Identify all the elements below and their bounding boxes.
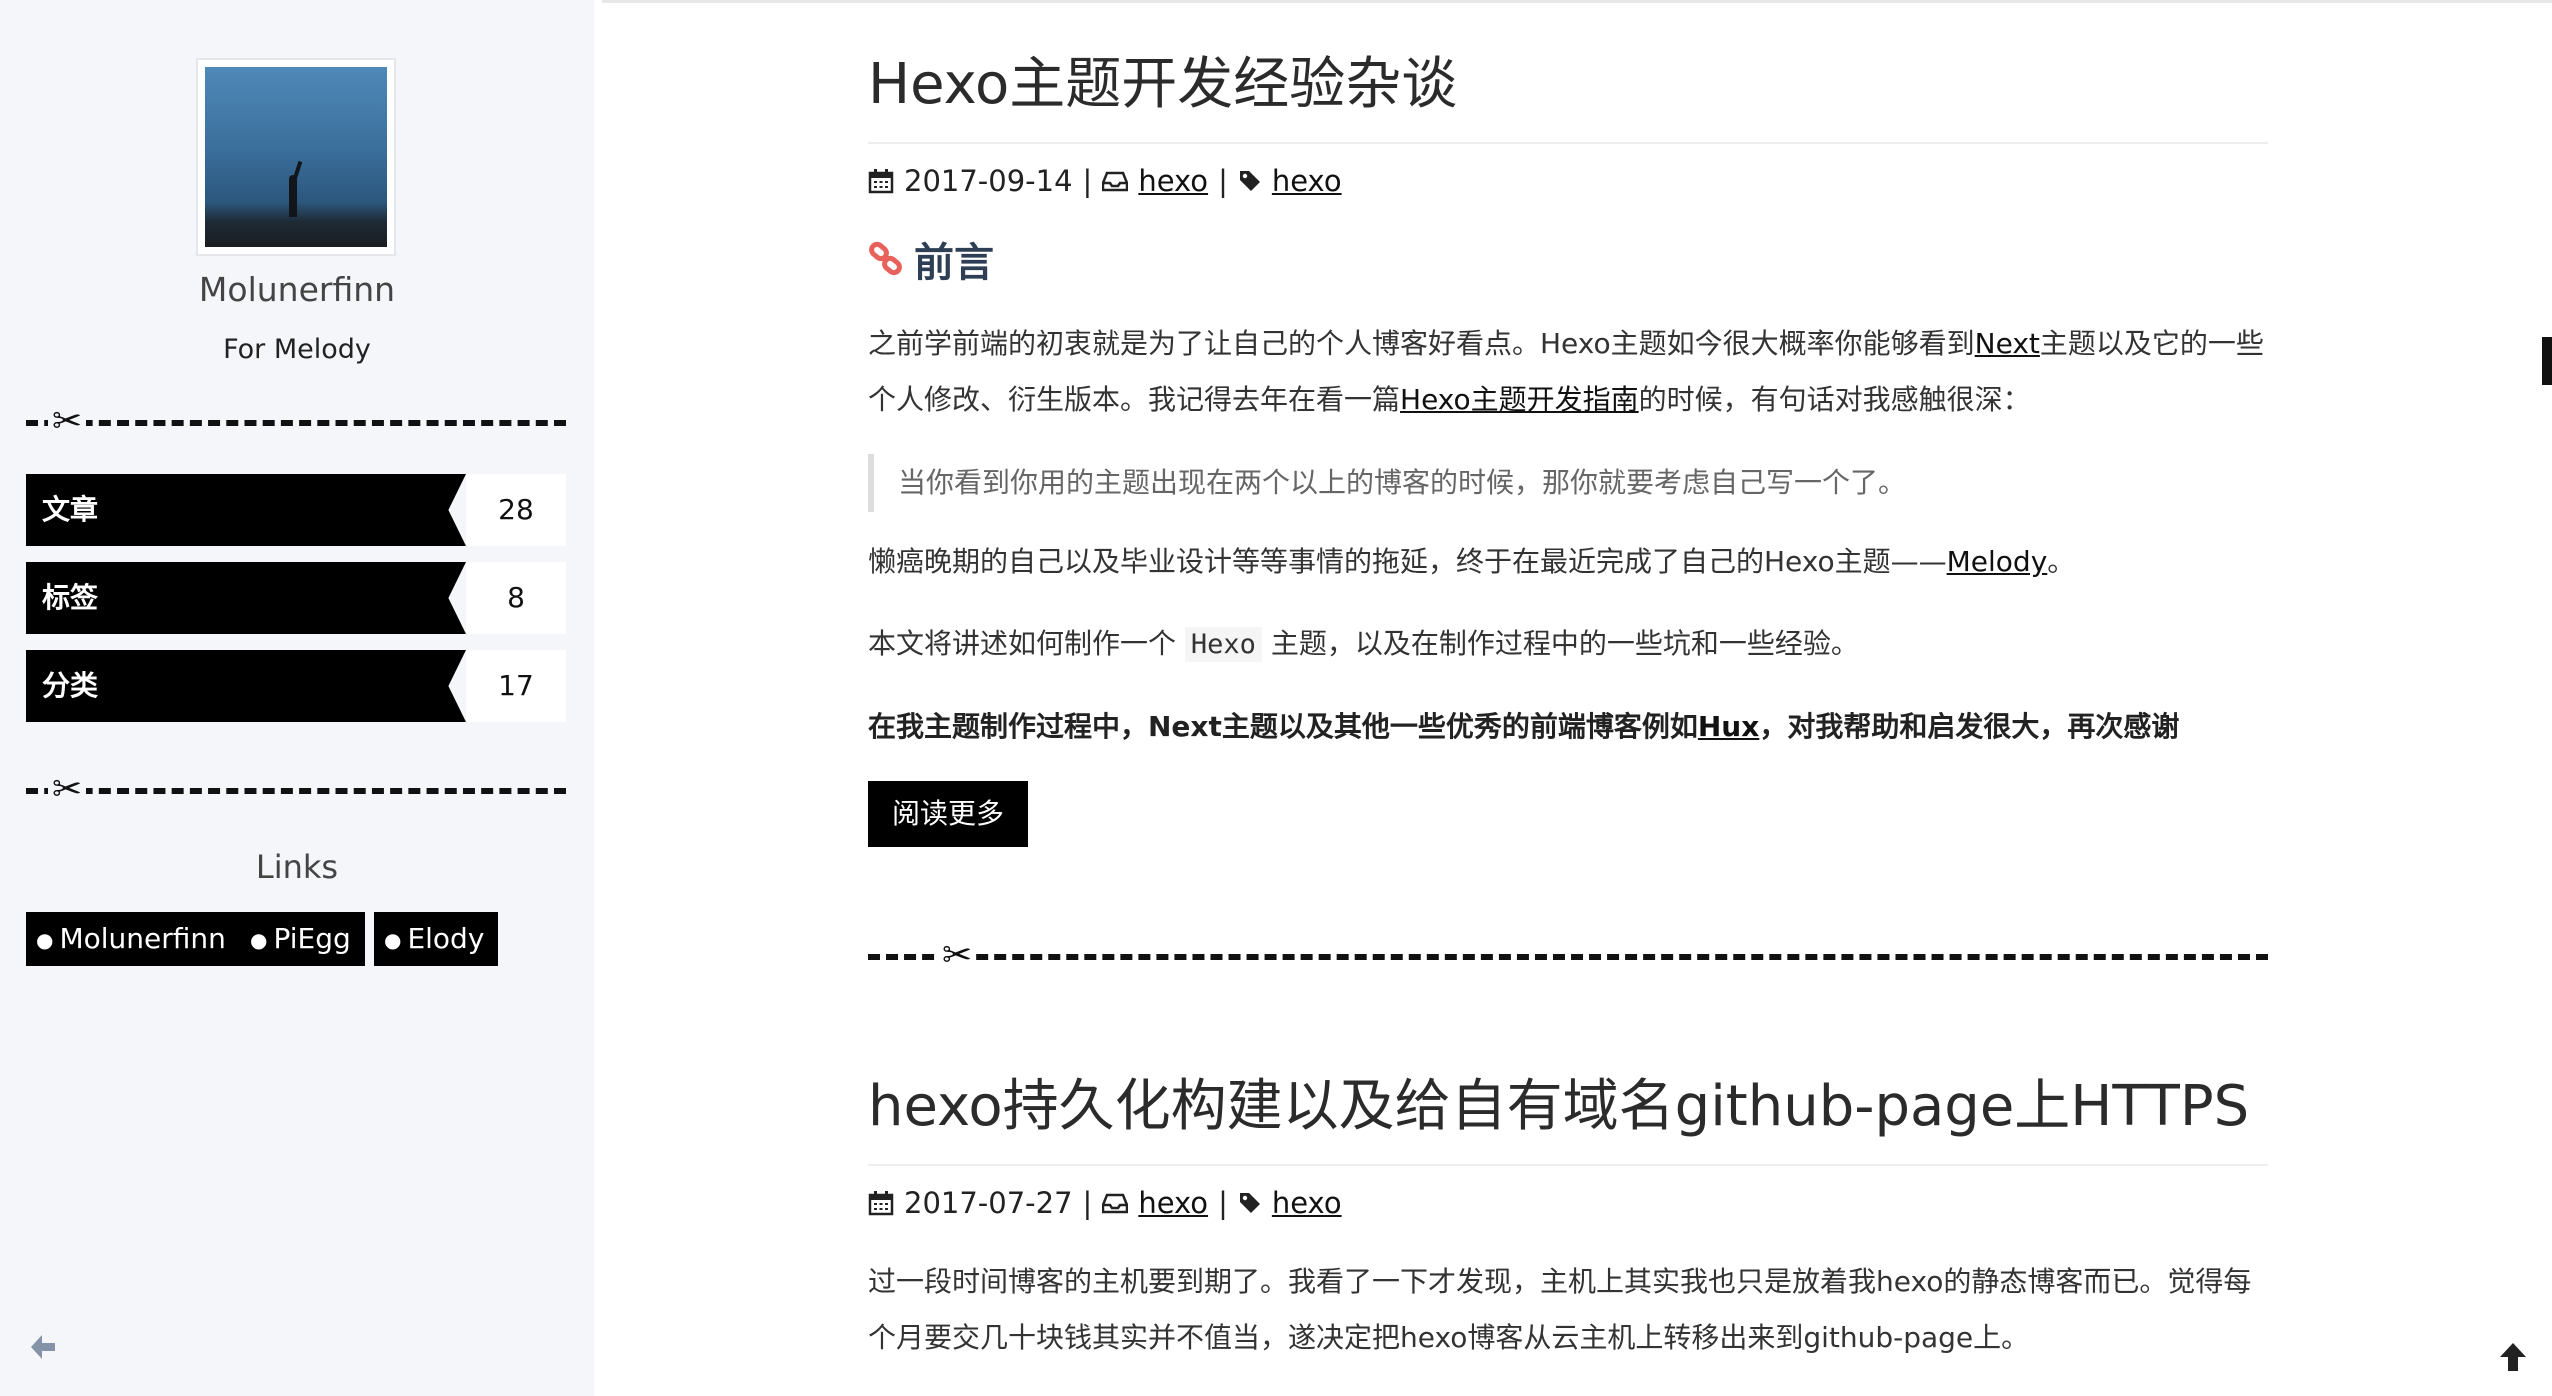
inbox-icon <box>1102 1193 1129 1214</box>
text: 主题，以及在制作过程中的一些坑和一些经验。 <box>1261 627 1859 660</box>
link-label: Elody <box>407 922 485 955</box>
dashed-divider <box>868 954 2268 960</box>
text: 。 <box>2047 545 2076 578</box>
calendar-icon <box>868 1191 894 1216</box>
post-card: hexo持久化构建以及给自有域名github-page上HTTPS 2017-0… <box>868 1061 2268 1366</box>
link-label: PiEgg <box>273 922 351 955</box>
post-paragraph: 在我主题制作过程中，Next主题以及其他一些优秀的前端博客例如Hux，对我帮助和… <box>868 699 2268 755</box>
stat-count: 8 <box>466 562 566 634</box>
next-theme-link[interactable]: Next <box>1975 327 2040 360</box>
theme-guide-link[interactable]: Hexo主题开发指南 <box>1400 383 1639 416</box>
dashed-divider <box>26 788 566 794</box>
calendar-icon <box>868 169 894 194</box>
stat-label: 分类 <box>26 650 466 722</box>
text: 在我主题制作过程中，Next主题以及其他一些优秀的前端博客例如 <box>868 710 1698 743</box>
post-paragraph: 懒癌晚期的自己以及毕业设计等等事情的拖延，终于在最近完成了自己的Hexo主题——… <box>868 534 2268 590</box>
blockquote: 当你看到你用的主题出现在两个以上的博客的时候，那你就要考虑自己写一个了。 <box>868 454 2268 512</box>
meta-separator: | <box>1082 164 1093 198</box>
arrow-left-icon[interactable] <box>28 1332 58 1362</box>
link-icon <box>869 241 902 276</box>
hux-link[interactable]: Hux <box>1698 710 1759 743</box>
post-date: 2017-07-27 <box>904 1186 1073 1220</box>
scroll-marker <box>2542 337 2552 385</box>
link-molunerfinn[interactable]: ● Molunerfinn <box>26 912 240 966</box>
melody-link[interactable]: Melody <box>1947 545 2048 578</box>
scissors-icon: ✂ <box>48 404 87 440</box>
text: ，对我帮助和启发很大，再次感谢 <box>1759 710 2180 743</box>
links-title: Links <box>255 848 339 886</box>
meta-separator: | <box>1082 1186 1093 1220</box>
post-category-link[interactable]: hexo <box>1138 164 1208 198</box>
link-label: Molunerfinn <box>59 922 226 955</box>
section-heading: 前言 <box>868 230 2268 288</box>
post-card: Hexo主题开发经验杂谈 2017-09-14 | hexo | hexo 前言… <box>868 39 2268 847</box>
post-meta: 2017-09-14 | hexo | hexo <box>868 164 2268 198</box>
post-paragraph: 过一段时间博客的主机要到期了。我看了一下才发现，主机上其实我也只是放着我hexo… <box>868 1265 2252 1354</box>
scissors-icon: ✂ <box>938 938 977 974</box>
post-tag-link[interactable]: hexo <box>1272 164 1342 198</box>
stat-label: 标签 <box>26 562 466 634</box>
post-meta: 2017-07-27 | hexo | hexo <box>868 1186 2268 1220</box>
author-subtitle: For Melody <box>223 334 371 365</box>
meta-separator: | <box>1218 1186 1228 1220</box>
link-elody[interactable]: ● Elody <box>374 912 499 966</box>
post-title[interactable]: Hexo主题开发经验杂谈 <box>868 39 2268 144</box>
post-tag-link[interactable]: hexo <box>1272 1186 1342 1220</box>
read-more-button[interactable]: 阅读更多 <box>868 781 1029 847</box>
tag-icon <box>1239 171 1260 191</box>
inbox-icon <box>1102 171 1129 192</box>
sidebar: Molunerfinn For Melody ✂ 文章 28 标签 8 分类 1… <box>0 0 594 1396</box>
main-content: Hexo主题开发经验杂谈 2017-09-14 | hexo | hexo 前言… <box>602 0 2552 1396</box>
stat-count: 28 <box>466 474 566 546</box>
stat-categories[interactable]: 分类 17 <box>26 650 566 722</box>
section-heading-text: 前言 <box>914 240 994 286</box>
avatar-image <box>205 67 387 247</box>
post-category-link[interactable]: hexo <box>1138 1186 1208 1220</box>
post-paragraph: 之前学前端的初衷就是为了让自己的个人博客好看点。Hexo主题如今很大概率你能够看… <box>868 316 2268 428</box>
meta-separator: | <box>1218 164 1228 198</box>
dashed-divider <box>26 420 566 426</box>
text: 懒癌晚期的自己以及毕业设计等等事情的拖延，终于在最近完成了自己的Hexo主题—— <box>868 545 1947 578</box>
stat-label: 文章 <box>26 474 466 546</box>
text: 的时候，有句话对我感触很深： <box>1638 383 2031 416</box>
stat-count: 17 <box>466 650 566 722</box>
avatar[interactable] <box>196 58 396 256</box>
stat-posts[interactable]: 文章 28 <box>26 474 566 546</box>
text: 之前学前端的初衷就是为了让自己的个人博客好看点。Hexo主题如今很大概率你能够看… <box>868 327 1975 360</box>
stat-tags[interactable]: 标签 8 <box>26 562 566 634</box>
post-paragraph: 本文将讲述如何制作一个 Hexo 主题，以及在制作过程中的一些坑和一些经验。 <box>868 616 2268 673</box>
post-date: 2017-09-14 <box>904 164 1073 198</box>
inline-code: Hexo <box>1184 627 1262 662</box>
author-name: Molunerfinn <box>198 270 396 309</box>
arrow-up-icon[interactable] <box>2496 1340 2530 1374</box>
post-title[interactable]: hexo持久化构建以及给自有域名github-page上HTTPS <box>868 1061 2268 1166</box>
scissors-icon: ✂ <box>48 772 87 808</box>
text: 本文将讲述如何制作一个 <box>868 627 1185 660</box>
link-piegg[interactable]: ● PiEgg <box>240 912 365 966</box>
tag-icon <box>1239 1193 1260 1213</box>
